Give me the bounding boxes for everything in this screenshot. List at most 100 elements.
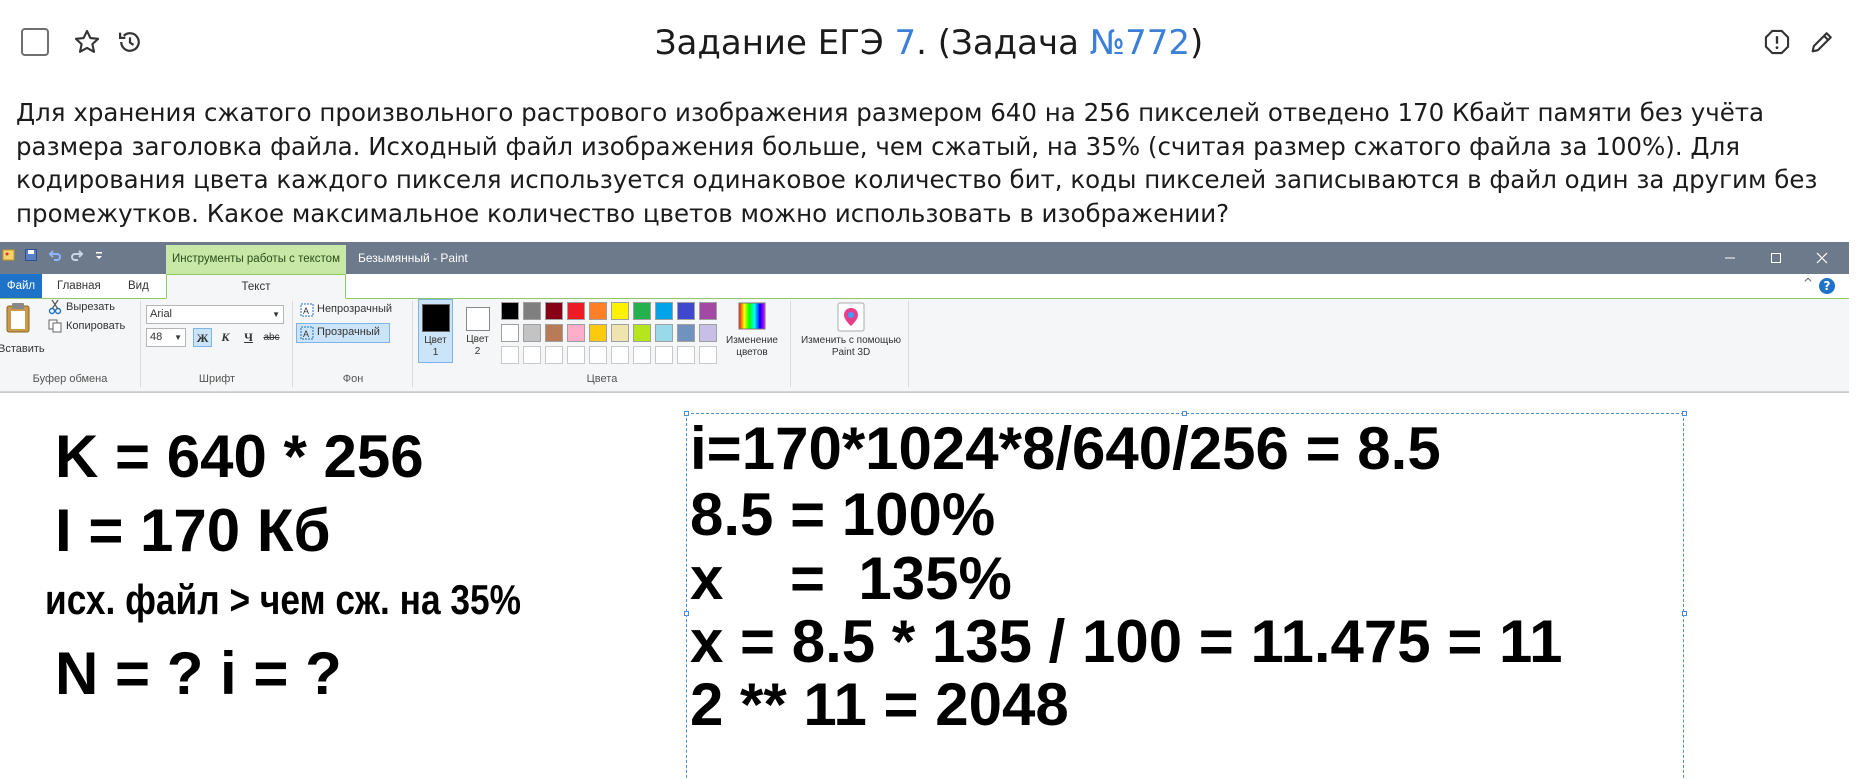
- palette-swatch[interactable]: [545, 324, 563, 342]
- close-icon: [1816, 252, 1828, 264]
- underline-button[interactable]: Ч: [239, 328, 258, 347]
- resize-handle[interactable]: [684, 611, 689, 616]
- paint3d-button[interactable]: [836, 301, 866, 333]
- palette-swatch[interactable]: [677, 302, 695, 320]
- paste-button[interactable]: [4, 301, 38, 335]
- palette-swatch[interactable]: [501, 302, 519, 320]
- svg-text:A: A: [303, 306, 309, 316]
- copy-icon[interactable]: [48, 319, 62, 333]
- color2-button[interactable]: Цвет 2: [460, 299, 495, 363]
- problem-id-link[interactable]: №772: [1090, 23, 1190, 63]
- task-header: Задание ЕГЭ 7. (Задача №772): [0, 0, 1858, 90]
- paint-titlebar: Инструменты работы с текстом Безымянный …: [0, 242, 1849, 274]
- undo-icon[interactable]: [48, 248, 62, 262]
- ribbon-tabs: Файл Главная Вид Текст ^ ?: [0, 274, 1849, 299]
- cut-icon[interactable]: [48, 299, 62, 315]
- cut-label[interactable]: Вырезать: [66, 301, 115, 313]
- palette-swatch[interactable]: [589, 302, 607, 320]
- canvas-right-line-2: 8.5 = 100%: [690, 481, 996, 548]
- color2-number: 2: [474, 346, 481, 357]
- custom-color-slot[interactable]: [633, 346, 651, 364]
- title-suffix: ): [1190, 23, 1204, 63]
- bold-button[interactable]: Ж: [193, 328, 212, 347]
- palette-swatch[interactable]: [699, 324, 717, 342]
- opaque-label: Непрозрачный: [317, 303, 393, 315]
- copy-label[interactable]: Копировать: [66, 320, 125, 332]
- resize-handle[interactable]: [684, 411, 689, 416]
- custom-color-slot[interactable]: [655, 346, 673, 364]
- svg-text:A: A: [303, 329, 309, 339]
- palette-swatch[interactable]: [501, 324, 519, 342]
- palette-swatch[interactable]: [633, 302, 651, 320]
- collapse-ribbon-icon[interactable]: ^: [1803, 276, 1813, 290]
- palette-swatch[interactable]: [655, 302, 673, 320]
- task-statement: Для хранения сжатого произвольного растр…: [16, 98, 1818, 228]
- canvas-left-line-2: I = 170 Кб: [55, 497, 331, 564]
- custom-color-slot[interactable]: [677, 346, 695, 364]
- maximize-button[interactable]: [1753, 242, 1799, 274]
- palette-swatch[interactable]: [633, 324, 651, 342]
- tab-home[interactable]: Главная: [57, 274, 101, 298]
- palette-swatch[interactable]: [523, 302, 541, 320]
- color1-label: Цвет: [424, 335, 447, 346]
- edit-pencil-icon[interactable]: [1807, 27, 1837, 57]
- strikethrough-button[interactable]: abc: [262, 328, 281, 347]
- resize-handle[interactable]: [1682, 611, 1687, 616]
- color2-swatch: [465, 307, 490, 331]
- title-prefix: Задание ЕГЭ: [654, 23, 895, 63]
- window-title: Безымянный - Paint: [358, 251, 468, 265]
- palette-swatch[interactable]: [545, 302, 563, 320]
- task-number-link[interactable]: 7: [895, 23, 917, 63]
- edit-colors-button[interactable]: [737, 301, 767, 331]
- palette-swatch[interactable]: [567, 302, 585, 320]
- custom-color-slot[interactable]: [501, 346, 519, 364]
- minimize-icon: [1725, 257, 1735, 259]
- save-icon[interactable]: [24, 248, 38, 262]
- custom-color-slot[interactable]: [699, 346, 717, 364]
- opaque-button[interactable]: A Непрозрачный: [298, 301, 404, 319]
- palette-swatch[interactable]: [523, 324, 541, 342]
- color1-button[interactable]: Цвет 1: [418, 299, 453, 363]
- colors-group-label: Цвета: [586, 373, 618, 385]
- resize-handle[interactable]: [1682, 411, 1687, 416]
- palette-swatch[interactable]: [655, 324, 673, 342]
- palette-swatch[interactable]: [567, 324, 585, 342]
- drawing-canvas[interactable]: K = 640 * 256 I = 170 Кб исх. файл > чем…: [0, 392, 1849, 779]
- italic-button[interactable]: К: [216, 328, 235, 347]
- custom-color-slot[interactable]: [545, 346, 563, 364]
- paint-app-icon: [2, 249, 15, 261]
- page-right-gutter: [1849, 242, 1858, 779]
- clipboard-group-label: Буфер обмена: [32, 373, 108, 385]
- font-family-select[interactable]: Arial ▼: [146, 305, 284, 324]
- custom-color-slot[interactable]: [589, 346, 607, 364]
- palette-swatch[interactable]: [589, 324, 607, 342]
- font-size-select[interactable]: 48 ▼: [146, 328, 186, 347]
- customize-toolbar-icon[interactable]: [92, 248, 106, 262]
- custom-color-slot[interactable]: [611, 346, 629, 364]
- clipboard-icon: [6, 303, 30, 333]
- close-button[interactable]: [1799, 242, 1845, 274]
- edit-colors-label[interactable]: Изменение цветов: [720, 335, 784, 359]
- palette-swatch[interactable]: [677, 324, 695, 342]
- background-group-label: Фон: [342, 373, 364, 385]
- transparent-icon: A: [300, 326, 314, 340]
- help-icon[interactable]: ?: [1819, 278, 1835, 294]
- minimize-button[interactable]: [1707, 242, 1753, 274]
- palette-swatch[interactable]: [699, 302, 717, 320]
- ribbon-separator: [140, 301, 141, 387]
- palette-swatch[interactable]: [611, 324, 629, 342]
- tab-text[interactable]: Текст: [166, 274, 346, 299]
- palette-swatch[interactable]: [611, 302, 629, 320]
- transparent-button[interactable]: A Прозрачный: [296, 323, 390, 343]
- tab-view[interactable]: Вид: [128, 274, 149, 298]
- opaque-icon: A: [300, 303, 314, 317]
- page-title: Задание ЕГЭ 7. (Задача №772): [0, 18, 1858, 68]
- ribbon-separator: [908, 301, 909, 387]
- custom-color-slot[interactable]: [567, 346, 585, 364]
- custom-color-slot[interactable]: [523, 346, 541, 364]
- paint3d-label[interactable]: Изменить с помощью Paint 3D: [796, 335, 906, 359]
- report-icon[interactable]: [1762, 27, 1792, 57]
- tab-file[interactable]: Файл: [0, 274, 42, 298]
- redo-icon[interactable]: [70, 248, 84, 262]
- font-group-label: Шрифт: [198, 373, 236, 385]
